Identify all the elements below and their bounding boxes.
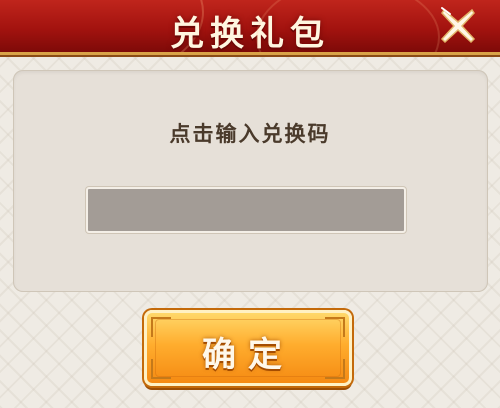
confirm-button-label: 确定 [202, 335, 294, 375]
close-button[interactable] [436, 4, 480, 48]
dialog-title: 兑换礼包 [170, 14, 330, 52]
prompt-text: 点击输入兑换码 [169, 122, 331, 146]
content-panel [13, 70, 488, 292]
close-icon [440, 7, 476, 44]
redeem-code-input[interactable] [86, 187, 406, 233]
title-bar: 兑换礼包 [0, 0, 500, 52]
confirm-button[interactable]: 确定 [144, 310, 352, 386]
redeem-gift-dialog: 兑换礼包 点击输入兑换码 确定 [0, 0, 500, 408]
